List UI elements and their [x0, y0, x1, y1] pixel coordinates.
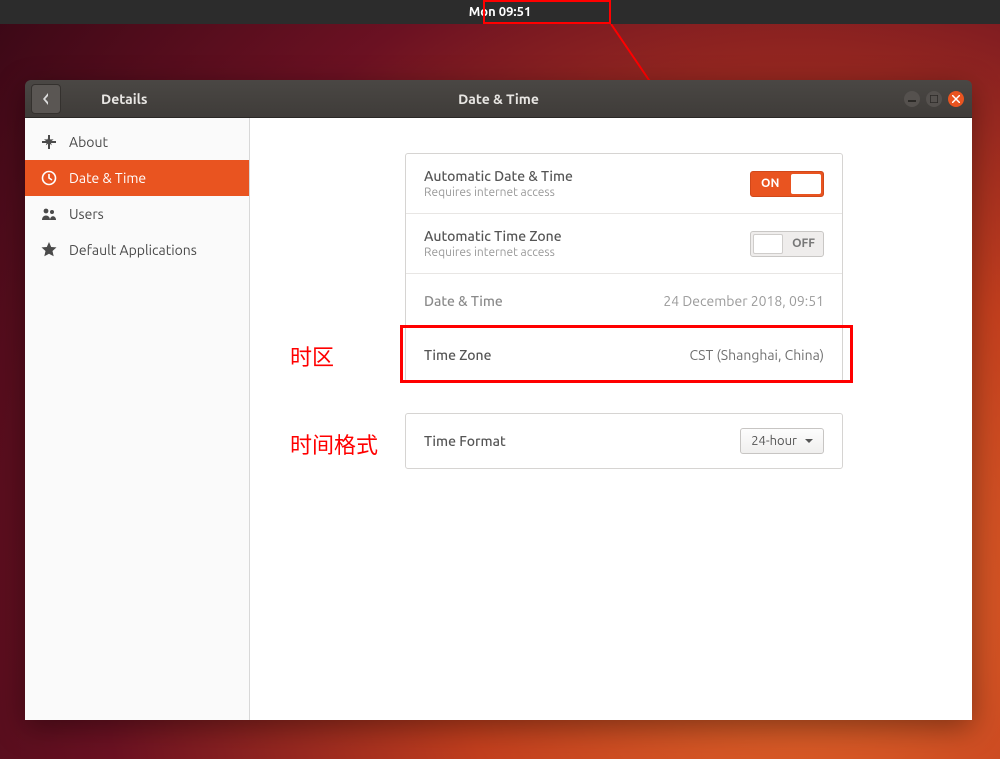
- clock-label: Mon 09:51: [469, 5, 532, 19]
- sidebar-item-label: Default Applications: [69, 242, 197, 258]
- row-datetime[interactable]: Date & Time 24 December 2018, 09:51: [406, 273, 842, 327]
- row-time-format: Time Format 24-hour: [406, 414, 842, 468]
- chevron-down-icon: [805, 437, 813, 445]
- toggle-knob: [753, 234, 783, 254]
- settings-window: Details Date & Time About Date & Time Us…: [25, 80, 972, 720]
- datetime-panel: Automatic Date & Time Requires internet …: [405, 153, 843, 382]
- sidebar-item-about[interactable]: About: [25, 124, 249, 160]
- clock-icon: [41, 170, 57, 186]
- close-button[interactable]: [948, 91, 964, 107]
- format-panel: Time Format 24-hour: [405, 413, 843, 469]
- time-format-select[interactable]: 24-hour: [740, 428, 824, 454]
- sidebar-item-default-apps[interactable]: Default Applications: [25, 232, 249, 268]
- content-area: Automatic Date & Time Requires internet …: [250, 118, 972, 720]
- page-title: Date & Time: [458, 91, 539, 107]
- star-icon: [41, 242, 57, 258]
- plus-icon: [41, 134, 57, 150]
- toggle-label: ON: [761, 177, 779, 190]
- row-title: Time Zone: [424, 347, 491, 363]
- row-title: Automatic Time Zone: [424, 228, 562, 244]
- sidebar-item-users[interactable]: Users: [25, 196, 249, 232]
- select-value: 24-hour: [751, 434, 797, 448]
- auto-timezone-toggle[interactable]: OFF: [750, 231, 824, 257]
- section-title: Details: [101, 91, 147, 107]
- sidebar-item-date-time[interactable]: Date & Time: [25, 160, 249, 196]
- toggle-knob: [791, 174, 821, 194]
- titlebar: Details Date & Time: [25, 80, 972, 118]
- row-auto-datetime: Automatic Date & Time Requires internet …: [406, 154, 842, 213]
- timezone-value: CST (Shanghai, China): [689, 347, 824, 363]
- users-icon: [41, 206, 57, 222]
- toggle-label: OFF: [792, 237, 815, 250]
- sidebar-item-label: Date & Time: [69, 170, 146, 186]
- row-title: Date & Time: [424, 293, 503, 309]
- row-auto-timezone: Automatic Time Zone Requires internet ac…: [406, 213, 842, 273]
- top-menubar: Mon 09:51: [0, 0, 1000, 24]
- row-timezone[interactable]: Time Zone CST (Shanghai, China): [406, 327, 842, 381]
- window-controls: [904, 91, 964, 107]
- sidebar-item-label: Users: [69, 206, 104, 222]
- auto-datetime-toggle[interactable]: ON: [750, 171, 824, 197]
- annotation-format-label: 时间格式: [290, 428, 378, 460]
- back-button[interactable]: [31, 84, 61, 114]
- minimize-button[interactable]: [904, 91, 920, 107]
- row-title: Automatic Date & Time: [424, 168, 573, 184]
- sidebar: About Date & Time Users Default Applicat…: [25, 118, 250, 720]
- sidebar-item-label: About: [69, 134, 108, 150]
- row-subtitle: Requires internet access: [424, 186, 573, 199]
- maximize-button[interactable]: [926, 91, 942, 107]
- row-subtitle: Requires internet access: [424, 246, 562, 259]
- row-title: Time Format: [424, 433, 506, 449]
- annotation-timezone-label: 时区: [290, 340, 334, 372]
- datetime-value: 24 December 2018, 09:51: [663, 293, 824, 309]
